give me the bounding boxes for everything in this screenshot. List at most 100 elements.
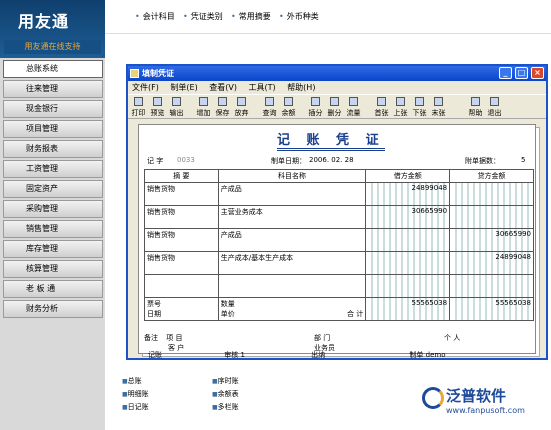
brand-watermark: 泛普软件 www.fanpusoft.com <box>420 385 525 415</box>
top-menu-item[interactable]: 凭证类别 <box>183 11 223 22</box>
prev-button[interactable]: 上张 <box>393 97 408 118</box>
nav-item[interactable]: 工资管理 <box>3 160 103 178</box>
logo: 用友通 用友通在线支持 <box>0 0 105 58</box>
total-credit: 55565038 <box>449 297 534 321</box>
window-title: 填制凭证 <box>142 69 174 78</box>
print-icon <box>134 97 143 106</box>
header-debit: 借方金额 <box>365 169 451 183</box>
first-button[interactable]: 首张 <box>374 97 389 118</box>
insert-icon <box>311 97 320 106</box>
maximize-button[interactable]: □ <box>515 67 528 79</box>
search-icon <box>265 97 274 106</box>
nav-item[interactable]: 财务分析 <box>3 300 103 318</box>
nav-item[interactable]: 库存管理 <box>3 240 103 258</box>
last-button[interactable]: 末张 <box>431 97 446 118</box>
first-icon <box>377 97 386 106</box>
link-balance[interactable]: 余额表 <box>212 389 239 399</box>
link-detail[interactable]: 明细账 <box>122 389 149 399</box>
flow-icon <box>349 97 358 106</box>
insert-split-button[interactable]: 插分 <box>308 97 323 118</box>
output-button[interactable]: 输出 <box>169 97 184 118</box>
nav-item[interactable]: 现金银行 <box>3 100 103 118</box>
header-account: 科目名称 <box>217 169 367 183</box>
table-row[interactable]: 销售货物 产成品 30665990 <box>144 228 534 252</box>
left-panel: 用友通 用友通在线支持 总账系统 往来管理 现金银行 项目管理 财务报表 工资管… <box>0 0 105 430</box>
nav-item[interactable]: 老 板 通 <box>3 280 103 298</box>
exit-button[interactable]: 退出 <box>487 97 502 118</box>
top-menu-item[interactable]: 外币种类 <box>279 11 319 22</box>
voucher-status: 记账 审核 1 出纳 制单 demo <box>148 351 446 359</box>
voucher-date[interactable]: 2006. 02. 28 <box>309 156 354 164</box>
header-credit: 贷方金额 <box>449 169 534 183</box>
next-icon <box>415 97 424 106</box>
exit-icon <box>490 97 499 106</box>
brand-logo-icon <box>422 387 444 409</box>
top-menu-item[interactable]: 常用摘要 <box>231 11 271 22</box>
discard-button[interactable]: 放弃 <box>234 97 249 118</box>
nav-item[interactable]: 项目管理 <box>3 120 103 138</box>
preview-icon <box>153 97 162 106</box>
delete-split-button[interactable]: 删分 <box>327 97 342 118</box>
help-button[interactable]: 帮助 <box>468 97 483 118</box>
last-icon <box>434 97 443 106</box>
link-journal[interactable]: 日记账 <box>122 402 149 412</box>
nav-item[interactable]: 核算管理 <box>3 260 103 278</box>
voucher-type[interactable]: 记 字 <box>147 156 163 166</box>
delete-icon <box>330 97 339 106</box>
table-row[interactable]: 销售货物 生产成本/基本生产成本 24899048 <box>144 251 534 275</box>
attach-count[interactable]: 5 <box>521 156 525 164</box>
menu-edit[interactable]: 制单(E) <box>170 83 197 92</box>
nav-item-ledger[interactable]: 总账系统 <box>3 60 103 78</box>
top-menu: 会计科目 凭证类别 常用摘要 外币种类 <box>105 0 551 34</box>
slogan[interactable]: 用友通在线支持 <box>4 40 101 54</box>
link-sequence[interactable]: 序时账 <box>212 376 239 386</box>
total-debit: 55565038 <box>365 297 451 321</box>
voucher-title: 记 账 凭 证 <box>277 129 385 151</box>
close-button[interactable]: × <box>531 67 544 79</box>
table-row[interactable]: 销售货物 主营业务成本 30665990 <box>144 205 534 229</box>
print-button[interactable]: 打印 <box>131 97 146 118</box>
top-menu-item[interactable]: 会计科目 <box>135 11 175 22</box>
menu-help[interactable]: 帮助(H) <box>287 83 315 92</box>
table-row[interactable]: 销售货物 产成品 24899048 <box>144 182 534 206</box>
preview-button[interactable]: 预览 <box>150 97 165 118</box>
menu-file[interactable]: 文件(F) <box>132 83 159 92</box>
brand-name: 泛普软件 <box>446 387 507 405</box>
voucher-number[interactable]: 0033 <box>177 156 195 164</box>
date-label: 制单日期： <box>271 157 306 165</box>
undo-icon <box>237 97 246 106</box>
prev-icon <box>396 97 405 106</box>
nav-item[interactable]: 采购管理 <box>3 200 103 218</box>
nav-item[interactable]: 销售管理 <box>3 220 103 238</box>
total-row: 票号 日期 数量 单价合 计 55565038 55565038 <box>144 297 534 321</box>
nav-item[interactable]: 财务报表 <box>3 140 103 158</box>
save-icon <box>218 97 227 106</box>
cashflow-button[interactable]: 流量 <box>346 97 361 118</box>
next-button[interactable]: 下张 <box>412 97 427 118</box>
toolbar: 打印 预览 输出 增加 保存 放弃 查询 余额 插分 删分 流量 首张 上张 下… <box>128 94 546 119</box>
brand-url: www.fanpusoft.com <box>446 406 525 415</box>
attach-label: 附单据数： <box>465 157 500 165</box>
minimize-button[interactable]: _ <box>499 67 512 79</box>
nav-item[interactable]: 往来管理 <box>3 80 103 98</box>
menu-tools[interactable]: 工具(T) <box>249 83 276 92</box>
link-multicolumn[interactable]: 多栏账 <box>212 402 239 412</box>
voucher-paper: 记 账 凭 证 记 字 0033 制单日期： 2006. 02. 28 附单据数… <box>138 124 536 354</box>
link-ledger[interactable]: 总账 <box>122 376 142 386</box>
menu-view[interactable]: 查看(V) <box>209 83 237 92</box>
header-summary: 摘 要 <box>144 169 219 183</box>
save-button[interactable]: 保存 <box>215 97 230 118</box>
nav-item[interactable]: 固定资产 <box>3 180 103 198</box>
logo-text: 用友通 <box>18 12 70 31</box>
voucher-window: 填制凭证 _ □ × 文件(F) 制单(E) 查看(V) 工具(T) 帮助(H)… <box>126 64 548 360</box>
app-icon <box>130 69 139 78</box>
help-icon <box>471 97 480 106</box>
add-icon <box>199 97 208 106</box>
balance-button[interactable]: 余额 <box>281 97 296 118</box>
output-icon <box>172 97 181 106</box>
chart-icon <box>284 97 293 106</box>
table-row[interactable] <box>144 274 534 298</box>
query-button[interactable]: 查询 <box>262 97 277 118</box>
add-button[interactable]: 增加 <box>196 97 211 118</box>
window-titlebar[interactable]: 填制凭证 _ □ × <box>128 66 546 81</box>
